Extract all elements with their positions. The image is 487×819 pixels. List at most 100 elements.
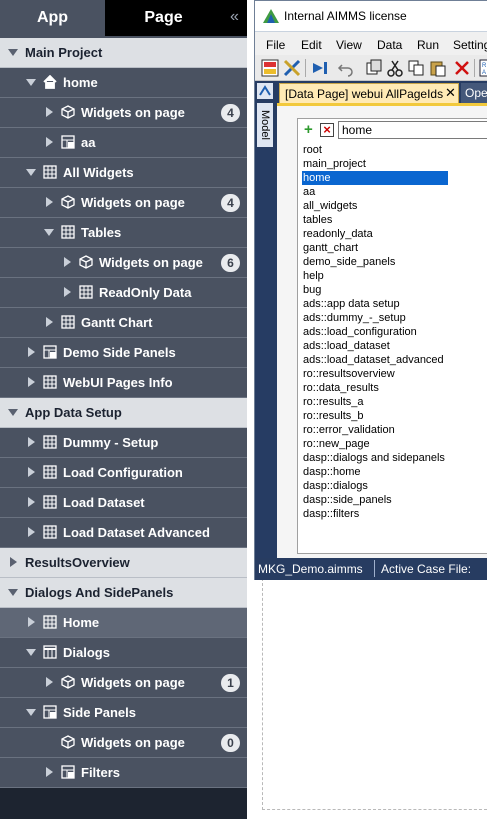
list-item[interactable]: ro::new_page xyxy=(302,437,487,451)
chevron-right-icon[interactable] xyxy=(26,527,36,537)
list-item[interactable]: ads::app data setup xyxy=(302,297,487,311)
list-item[interactable]: tables xyxy=(302,213,487,227)
chevron-right-icon[interactable] xyxy=(26,437,36,447)
tree-row[interactable]: aa xyxy=(0,128,247,158)
tree-row[interactable]: Load Configuration xyxy=(0,458,247,488)
paste-icon[interactable] xyxy=(429,59,447,77)
collapse-sidebar-icon[interactable]: « xyxy=(222,0,247,36)
tree-row[interactable]: Dialogs And SidePanels xyxy=(0,578,247,608)
chevron-right-icon[interactable] xyxy=(26,497,36,507)
list-item[interactable]: ads::dummy_-_setup xyxy=(302,311,487,325)
tree-row[interactable]: All Widgets xyxy=(0,158,247,188)
tree-row[interactable]: Widgets on page 4 xyxy=(0,188,247,218)
menu-item[interactable]: View xyxy=(336,38,362,52)
undo-icon[interactable] xyxy=(337,59,355,77)
ra-icon[interactable]: RA xyxy=(479,59,487,77)
tree-row[interactable]: App Data Setup xyxy=(0,398,247,428)
delete-element-icon[interactable]: × xyxy=(320,123,334,137)
chevron-right-icon[interactable] xyxy=(26,377,36,387)
list-item[interactable]: bug xyxy=(302,283,487,297)
chevron-down-icon[interactable] xyxy=(26,647,36,657)
list-item[interactable]: ads::load_dataset xyxy=(302,339,487,353)
list-item[interactable]: dasp::dialogs xyxy=(302,479,487,493)
second-tab[interactable]: Ope xyxy=(461,83,487,103)
list-item[interactable]: ads::load_configuration xyxy=(302,325,487,339)
chevron-right-icon[interactable] xyxy=(44,107,54,117)
list-item[interactable]: ro::results_a xyxy=(302,395,487,409)
chevron-down-icon[interactable] xyxy=(44,227,54,237)
tab-app[interactable]: App xyxy=(0,0,105,36)
data-page-tab[interactable]: [Data Page] webui AllPageIds ✕ xyxy=(279,83,459,103)
list-item[interactable]: demo_side_panels xyxy=(302,255,487,269)
list-item[interactable]: all_widgets xyxy=(302,199,487,213)
menu-item[interactable]: Edit xyxy=(301,38,322,52)
menu-item[interactable]: Data xyxy=(377,38,402,52)
tree-row[interactable]: Tables xyxy=(0,218,247,248)
menu-item[interactable]: Run xyxy=(417,38,439,52)
list-item[interactable]: gantt_chart xyxy=(302,241,487,255)
chevron-right-icon[interactable] xyxy=(26,347,36,357)
list-item[interactable]: dasp::dialogs and sidepanels xyxy=(302,451,487,465)
copy-icon[interactable] xyxy=(407,59,425,77)
menu-item[interactable]: File xyxy=(266,38,285,52)
window-icon[interactable] xyxy=(365,59,383,77)
chevron-right-icon[interactable] xyxy=(44,767,54,777)
list-item[interactable]: dasp::filters xyxy=(302,507,487,521)
tree-row[interactable]: Load Dataset xyxy=(0,488,247,518)
chevron-down-icon[interactable] xyxy=(26,167,36,177)
tree-row[interactable]: Widgets on page 1 xyxy=(0,668,247,698)
chevron-down-icon[interactable] xyxy=(8,587,18,597)
chevron-down-icon[interactable] xyxy=(26,77,36,87)
tree-row[interactable]: ReadOnly Data xyxy=(0,278,247,308)
tree-row[interactable]: Load Dataset Advanced xyxy=(0,518,247,548)
chevron-down-icon[interactable] xyxy=(8,47,18,57)
list-item[interactable]: readonly_data xyxy=(302,227,487,241)
chevron-right-icon[interactable] xyxy=(26,617,36,627)
list-item[interactable]: main_project xyxy=(302,157,487,171)
tree-row[interactable]: Widgets on page 6 xyxy=(0,248,247,278)
list-item[interactable]: root xyxy=(302,143,487,157)
list-item[interactable]: ro::error_validation xyxy=(302,423,487,437)
tree-row[interactable]: ResultsOverview xyxy=(0,548,247,578)
tree-row[interactable]: Widgets on page 4 xyxy=(0,98,247,128)
tree-row[interactable]: Side Panels xyxy=(0,698,247,728)
list-item[interactable]: ro::data_results xyxy=(302,381,487,395)
tree-row[interactable]: Demo Side Panels xyxy=(0,338,247,368)
chevron-down-icon[interactable] xyxy=(26,707,36,717)
chevron-right-icon[interactable] xyxy=(44,137,54,147)
tree-row[interactable]: Dialogs xyxy=(0,638,247,668)
chevron-right-icon[interactable] xyxy=(44,677,54,687)
tree-row[interactable]: Filters xyxy=(0,758,247,788)
delete-icon[interactable] xyxy=(453,59,471,77)
step-icon[interactable] xyxy=(311,59,329,77)
chevron-right-icon[interactable] xyxy=(62,257,72,267)
tools-icon[interactable] xyxy=(283,59,301,77)
list-item[interactable]: ro::resultsoverview xyxy=(302,367,487,381)
user-icon[interactable] xyxy=(261,59,279,77)
list-item[interactable]: aa xyxy=(302,185,487,199)
chevron-down-icon[interactable] xyxy=(8,407,18,417)
list-item[interactable]: dasp::home xyxy=(302,465,487,479)
model-side-tab[interactable]: Model xyxy=(257,103,273,147)
tree-row[interactable]: Dummy - Setup xyxy=(0,428,247,458)
list-item[interactable]: help xyxy=(302,269,487,283)
tree-row[interactable]: Widgets on page 0 xyxy=(0,728,247,758)
list-item[interactable]: home xyxy=(302,171,448,185)
tab-page[interactable]: Page xyxy=(105,0,222,36)
add-icon[interactable]: + xyxy=(304,122,313,137)
tree-row[interactable]: Main Project xyxy=(0,38,247,68)
chevron-right-icon[interactable] xyxy=(44,317,54,327)
list-item[interactable]: ro::results_b xyxy=(302,409,487,423)
model-explorer-icon[interactable] xyxy=(257,83,273,99)
element-value-input[interactable]: home xyxy=(338,121,487,139)
chevron-right-icon[interactable] xyxy=(8,557,18,567)
tree-row[interactable]: home xyxy=(0,68,247,98)
close-tab-icon[interactable]: ✕ xyxy=(445,85,456,101)
menu-item[interactable]: Setting xyxy=(453,38,487,52)
cut-icon[interactable] xyxy=(386,59,404,77)
chevron-right-icon[interactable] xyxy=(26,467,36,477)
list-item[interactable]: ads::load_dataset_advanced xyxy=(302,353,487,367)
tree-row[interactable]: Home xyxy=(0,608,247,638)
tree-row[interactable]: WebUI Pages Info xyxy=(0,368,247,398)
chevron-right-icon[interactable] xyxy=(44,197,54,207)
